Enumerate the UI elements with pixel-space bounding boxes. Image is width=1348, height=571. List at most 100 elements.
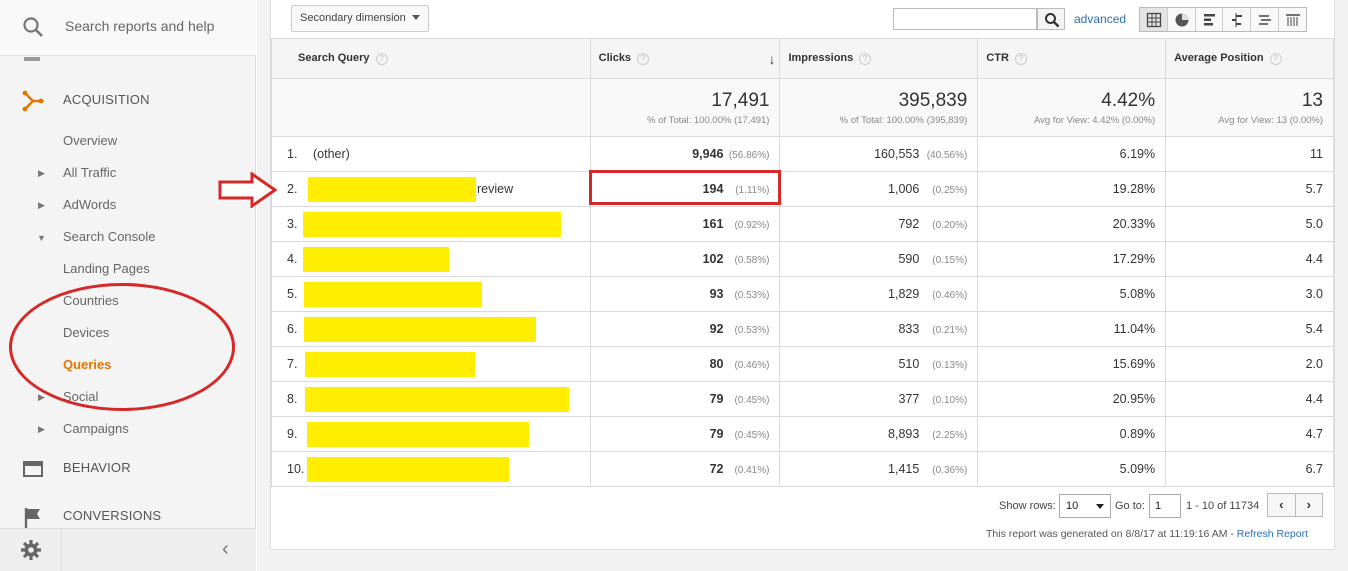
totals-ctr: 4.42% Avg for View: 4.42% (0.00%): [977, 78, 1167, 137]
query-text[interactable]: review: [477, 182, 513, 196]
secondary-dimension-dropdown[interactable]: Secondary dimension: [291, 5, 429, 32]
collapse-sidebar-icon[interactable]: ‹: [222, 538, 229, 561]
help-icon[interactable]: ?: [859, 52, 872, 65]
gear-icon: [21, 540, 41, 560]
impressions-percent: (0.20%): [932, 220, 968, 231]
cell-clicks: 92 (0.53%): [589, 311, 781, 347]
col-header-average-position[interactable]: Average Position?: [1165, 38, 1334, 79]
nav-adwords[interactable]: AdWords: [63, 197, 116, 212]
view-term-cloud-button[interactable]: [1251, 8, 1280, 31]
impressions-value: 8,893: [888, 427, 920, 441]
totals-position: 13 Avg for View: 13 (0.00%): [1165, 78, 1334, 137]
clicks-percent: (0.41%): [734, 465, 770, 476]
col-header-clicks[interactable]: Clicks? ↓: [589, 38, 781, 79]
position-value: 4.7: [1305, 427, 1323, 441]
advanced-filter-link[interactable]: advanced: [1074, 12, 1126, 26]
clicks-value: 79: [709, 427, 724, 441]
caret-right-icon[interactable]: ▶: [38, 392, 45, 403]
impressions-percent: (2.25%): [932, 430, 968, 441]
total-value: 395,839: [898, 90, 968, 111]
help-icon[interactable]: ?: [1014, 52, 1027, 65]
view-pie-button[interactable]: [1168, 8, 1196, 31]
clicks-value: 9,946: [692, 147, 724, 161]
sort-desc-icon[interactable]: ↓: [768, 51, 775, 67]
col-header-ctr[interactable]: CTR?: [977, 38, 1167, 79]
cell-impressions: 510 (0.13%): [779, 346, 979, 382]
prev-page-button[interactable]: ‹: [1268, 494, 1296, 516]
sidebar-search[interactable]: Search reports and help: [0, 0, 256, 56]
settings-button[interactable]: [0, 529, 62, 571]
ctr-value: 20.95%: [1112, 392, 1156, 406]
table-filter-input[interactable]: [893, 8, 1037, 30]
nav-overview[interactable]: Overview: [63, 133, 117, 148]
nav-queries[interactable]: Queries: [63, 357, 111, 372]
table-row: 2. review 194 (1.11%) 1,006 (0.25%) 19.28% 5.7: [271, 171, 1334, 207]
nav-devices[interactable]: Devices: [63, 325, 109, 340]
nav-countries[interactable]: Countries: [63, 293, 119, 308]
cell-position: 4.4: [1165, 381, 1334, 417]
cell-query: 6.: [271, 311, 591, 347]
goto-input[interactable]: 1: [1149, 494, 1181, 518]
term-cloud-icon: [1259, 15, 1272, 25]
cell-impressions: 833 (0.21%): [779, 311, 979, 347]
caret-down-icon[interactable]: ▼: [37, 233, 46, 243]
show-rows-select[interactable]: 10: [1059, 494, 1111, 518]
redacted-query: [307, 457, 509, 482]
refresh-report-link[interactable]: Refresh Report: [1237, 528, 1308, 540]
cell-query: 2. review: [271, 171, 591, 207]
comparison-icon: [1232, 13, 1243, 27]
view-pivot-button[interactable]: [1279, 8, 1306, 31]
nav-landing-pages[interactable]: Landing Pages: [63, 261, 150, 276]
help-icon[interactable]: ?: [637, 52, 650, 65]
cell-position: 5.4: [1165, 311, 1334, 347]
header-label: Search Query: [298, 52, 370, 65]
nav-section-acquisition[interactable]: ACQUISITION: [0, 82, 256, 118]
position-value: 2.0: [1305, 357, 1323, 371]
redacted-query: [304, 282, 482, 307]
col-header-search-query[interactable]: Search Query?: [271, 38, 591, 79]
caret-right-icon[interactable]: ▶: [38, 168, 45, 179]
header-label: Impressions: [788, 52, 854, 65]
next-page-button[interactable]: ›: [1296, 494, 1323, 516]
queries-table: Search Query? Clicks? ↓ Impressions? CTR?…: [271, 38, 1334, 487]
nav-section-behavior[interactable]: BEHAVIOR: [0, 450, 256, 486]
impressions-value: 590: [898, 252, 920, 266]
nav-search-console[interactable]: Search Console: [63, 229, 156, 244]
redacted-query: [303, 212, 561, 237]
help-icon[interactable]: ?: [375, 52, 388, 65]
nav-all-traffic[interactable]: All Traffic: [63, 165, 116, 180]
query-text[interactable]: (other): [313, 147, 350, 161]
acquisition-icon: [22, 90, 44, 112]
filter-search-button[interactable]: [1037, 8, 1065, 30]
table-row: 5. 93 (0.53%) 1,829 (0.46%) 5.08% 3.0: [271, 276, 1334, 312]
view-performance-button[interactable]: [1196, 8, 1224, 31]
cell-position: 4.7: [1165, 416, 1334, 452]
chevron-down-icon: [1096, 504, 1104, 509]
clicks-percent: (56.86%): [728, 150, 770, 161]
nav-campaigns[interactable]: Campaigns: [63, 421, 129, 436]
redacted-query: [307, 422, 529, 447]
view-comparison-button[interactable]: [1223, 8, 1252, 31]
impressions-percent: (0.13%): [932, 360, 968, 371]
impressions-value: 833: [898, 322, 920, 336]
cell-impressions: 1,415 (0.36%): [779, 451, 979, 487]
flag-icon: [24, 508, 40, 528]
caret-right-icon[interactable]: ▶: [38, 424, 45, 435]
cell-clicks: 79 (0.45%): [589, 416, 781, 452]
redacted-query: [305, 352, 475, 377]
col-header-impressions[interactable]: Impressions?: [779, 38, 979, 79]
total-subtext: Avg for View: 4.42% (0.00%): [1034, 115, 1156, 126]
row-number: 1.: [287, 147, 298, 161]
cell-ctr: 0.89%: [977, 416, 1167, 452]
clicks-percent: (0.45%): [734, 395, 770, 406]
caret-right-icon[interactable]: ▶: [38, 200, 45, 211]
impressions-value: 377: [898, 392, 920, 406]
acquisition-label: ACQUISITION: [63, 92, 150, 107]
cell-query: 10.: [271, 451, 591, 487]
impressions-percent: (0.46%): [932, 290, 968, 301]
view-table-button[interactable]: [1140, 8, 1168, 31]
nav-social[interactable]: Social: [63, 389, 98, 404]
generated-text: This report was generated on 8/8/17 at 1…: [986, 528, 1237, 540]
help-icon[interactable]: ?: [1269, 52, 1282, 65]
position-value: 5.4: [1305, 322, 1323, 336]
